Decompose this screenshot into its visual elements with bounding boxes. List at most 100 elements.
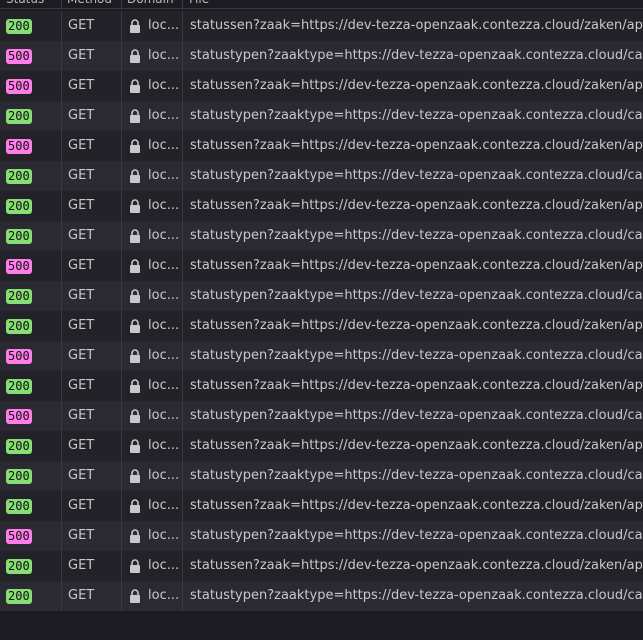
- domain-cell: loc...: [121, 11, 183, 41]
- method-label: GET: [68, 438, 95, 453]
- method-cell: GET: [61, 521, 122, 551]
- request-row[interactable]: 200 GET loc... statussen?zaak=https://de…: [0, 191, 643, 221]
- status-cell: 200: [0, 281, 61, 311]
- file-cell: statustypen?zaaktype=https://dev-tezza-o…: [182, 101, 643, 131]
- request-row[interactable]: 200 GET loc... statustypen?zaaktype=http…: [0, 461, 643, 491]
- request-row[interactable]: 200 GET loc... statussen?zaak=https://de…: [0, 11, 643, 41]
- column-divider[interactable]: [61, 0, 62, 8]
- lock-icon: [130, 259, 140, 273]
- request-row[interactable]: 200 GET loc... statustypen?zaaktype=http…: [0, 221, 643, 251]
- status-cell: 200: [0, 221, 61, 251]
- lock-icon: [130, 199, 140, 213]
- status-badge: 200: [6, 109, 32, 124]
- status-badge: 200: [6, 289, 32, 304]
- request-row[interactable]: 500 GET loc... statussen?zaak=https://de…: [0, 71, 643, 101]
- lock-icon: [130, 289, 140, 303]
- column-header-method[interactable]: Method: [67, 0, 119, 8]
- method-label: GET: [68, 318, 95, 333]
- method-label: GET: [68, 48, 95, 63]
- file-cell: statustypen?zaaktype=https://dev-tezza-o…: [182, 41, 643, 71]
- file-label: statustypen?zaaktype=https://dev-tezza-o…: [190, 288, 643, 303]
- request-row[interactable]: 500 GET loc... statussen?zaak=https://de…: [0, 131, 643, 161]
- lock-icon: [130, 469, 140, 483]
- method-cell: GET: [61, 461, 122, 491]
- request-row[interactable]: 200 GET loc... statussen?zaak=https://de…: [0, 491, 643, 521]
- domain-label: loc...: [148, 108, 180, 123]
- domain-label: loc...: [148, 378, 180, 393]
- file-label: statussen?zaak=https://dev-tezza-openzaa…: [190, 138, 643, 153]
- column-divider[interactable]: [182, 0, 183, 8]
- status-cell: 200: [0, 551, 61, 581]
- status-cell: 500: [0, 341, 61, 371]
- status-cell: 200: [0, 581, 61, 611]
- domain-cell: loc...: [121, 131, 183, 161]
- method-cell: GET: [61, 491, 122, 521]
- domain-cell: loc...: [121, 371, 183, 401]
- status-cell: 500: [0, 131, 61, 161]
- request-row[interactable]: 500 GET loc... statustypen?zaaktype=http…: [0, 401, 643, 431]
- file-cell: statustypen?zaaktype=https://dev-tezza-o…: [182, 341, 643, 371]
- request-row[interactable]: 500 GET loc... statustypen?zaaktype=http…: [0, 341, 643, 371]
- domain-cell: loc...: [121, 491, 183, 521]
- domain-cell: loc...: [121, 461, 183, 491]
- domain-label: loc...: [148, 348, 180, 363]
- status-badge: 200: [6, 469, 32, 484]
- method-cell: GET: [61, 251, 122, 281]
- request-row[interactable]: 500 GET loc... statustypen?zaaktype=http…: [0, 41, 643, 71]
- method-cell: GET: [61, 41, 122, 71]
- column-header-status[interactable]: Status: [6, 0, 58, 8]
- file-label: statussen?zaak=https://dev-tezza-openzaa…: [190, 318, 643, 333]
- file-label: statustypen?zaaktype=https://dev-tezza-o…: [190, 408, 643, 423]
- status-badge: 500: [6, 349, 32, 364]
- request-list: 200 GET loc... statussen?zaak=https://de…: [0, 11, 643, 611]
- request-row[interactable]: 200 GET loc... statussen?zaak=https://de…: [0, 311, 643, 341]
- file-cell: statussen?zaak=https://dev-tezza-openzaa…: [182, 71, 643, 101]
- request-row[interactable]: 500 GET loc... statussen?zaak=https://de…: [0, 251, 643, 281]
- file-cell: statussen?zaak=https://dev-tezza-openzaa…: [182, 491, 643, 521]
- column-header-file[interactable]: File: [189, 0, 629, 8]
- lock-icon: [130, 229, 140, 243]
- file-label: statussen?zaak=https://dev-tezza-openzaa…: [190, 198, 643, 213]
- file-label: statustypen?zaaktype=https://dev-tezza-o…: [190, 108, 643, 123]
- request-row[interactable]: 200 GET loc... statussen?zaak=https://de…: [0, 371, 643, 401]
- request-row[interactable]: 200 GET loc... statustypen?zaaktype=http…: [0, 581, 643, 611]
- status-cell: 200: [0, 161, 61, 191]
- domain-cell: loc...: [121, 281, 183, 311]
- lock-icon: [130, 499, 140, 513]
- column-divider[interactable]: [121, 0, 122, 8]
- request-row[interactable]: 500 GET loc... statustypen?zaaktype=http…: [0, 521, 643, 551]
- file-label: statustypen?zaaktype=https://dev-tezza-o…: [190, 588, 643, 603]
- status-cell: 200: [0, 101, 61, 131]
- domain-label: loc...: [148, 168, 180, 183]
- request-row[interactable]: 200 GET loc... statussen?zaak=https://de…: [0, 551, 643, 581]
- request-row[interactable]: 200 GET loc... statustypen?zaaktype=http…: [0, 281, 643, 311]
- method-cell: GET: [61, 101, 122, 131]
- file-cell: statussen?zaak=https://dev-tezza-openzaa…: [182, 431, 643, 461]
- domain-label: loc...: [148, 258, 180, 273]
- file-label: statussen?zaak=https://dev-tezza-openzaa…: [190, 438, 643, 453]
- domain-label: loc...: [148, 138, 180, 153]
- domain-label: loc...: [148, 588, 180, 603]
- domain-cell: loc...: [121, 401, 183, 431]
- method-label: GET: [68, 588, 95, 603]
- lock-icon: [130, 439, 140, 453]
- domain-label: loc...: [148, 18, 180, 33]
- method-cell: GET: [61, 281, 122, 311]
- domain-cell: loc...: [121, 191, 183, 221]
- file-label: statustypen?zaaktype=https://dev-tezza-o…: [190, 48, 643, 63]
- request-row[interactable]: 200 GET loc... statustypen?zaaktype=http…: [0, 161, 643, 191]
- request-row[interactable]: 200 GET loc... statustypen?zaaktype=http…: [0, 101, 643, 131]
- lock-icon: [130, 49, 140, 63]
- lock-icon: [130, 79, 140, 93]
- method-cell: GET: [61, 581, 122, 611]
- file-label: statussen?zaak=https://dev-tezza-openzaa…: [190, 78, 643, 93]
- domain-label: loc...: [148, 498, 180, 513]
- request-row[interactable]: 200 GET loc... statussen?zaak=https://de…: [0, 431, 643, 461]
- status-cell: 500: [0, 401, 61, 431]
- domain-cell: loc...: [121, 221, 183, 251]
- status-badge: 500: [6, 79, 32, 94]
- method-label: GET: [68, 198, 95, 213]
- column-header-domain[interactable]: Domain: [127, 0, 179, 8]
- file-cell: statustypen?zaaktype=https://dev-tezza-o…: [182, 581, 643, 611]
- method-label: GET: [68, 18, 95, 33]
